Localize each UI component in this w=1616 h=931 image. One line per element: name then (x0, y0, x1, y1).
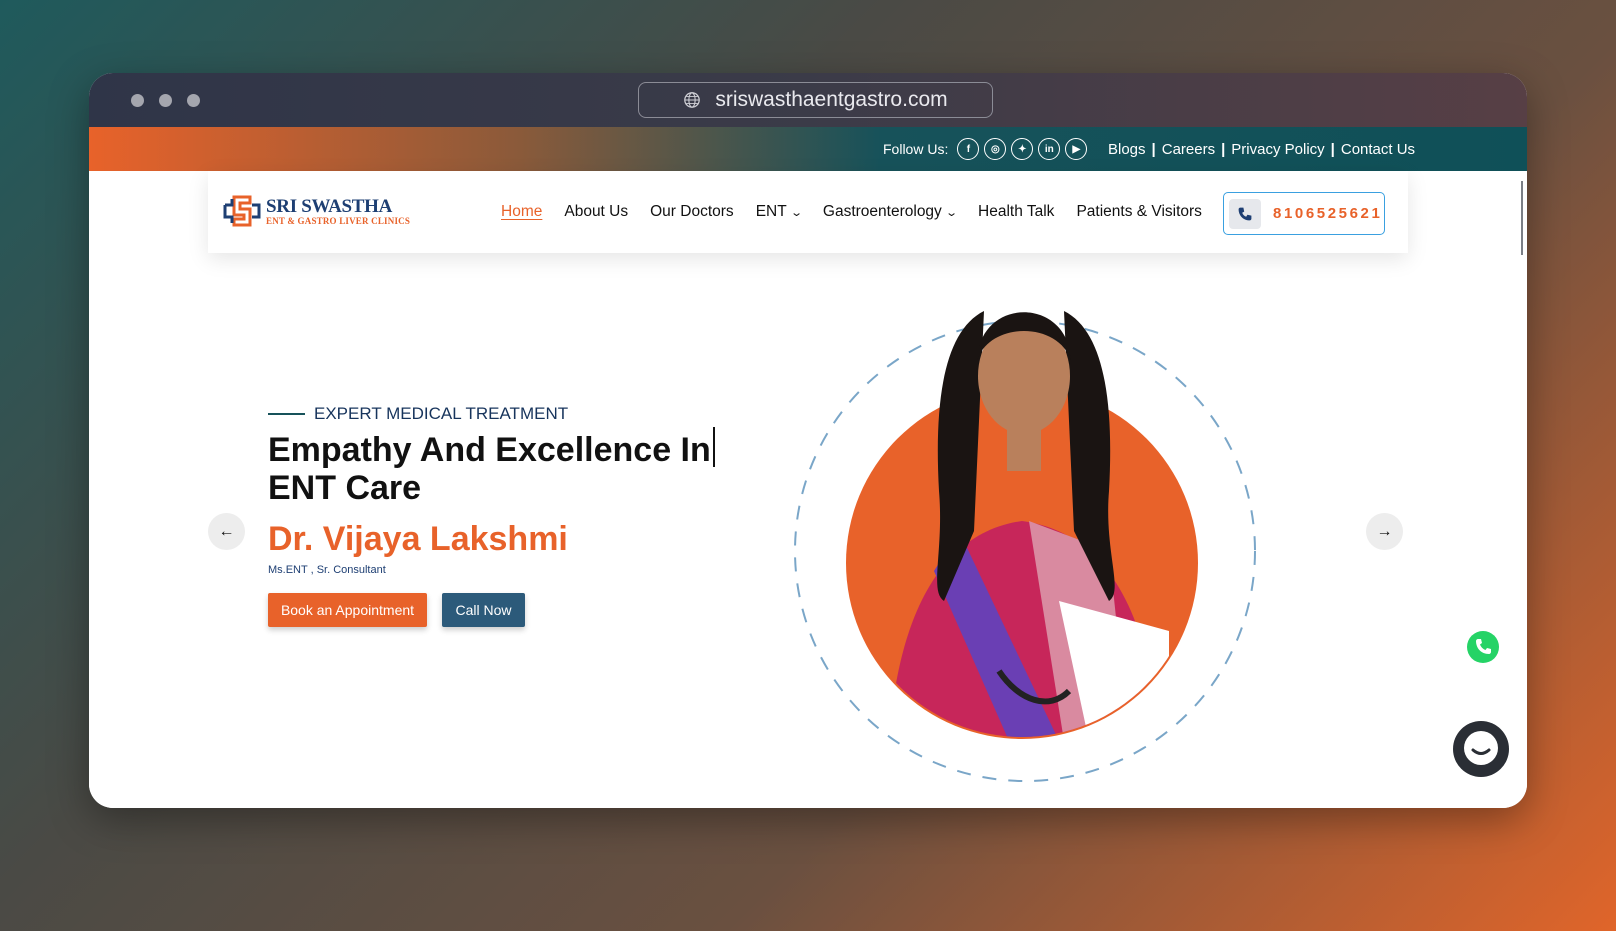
chevron-down-icon: ⌄ (789, 207, 803, 219)
whatsapp-icon[interactable] (1465, 629, 1501, 665)
address-bar[interactable]: sriswasthaentgastro.com (638, 82, 993, 118)
top-links: Blogs | Careers | Privacy Policy | Conta… (1108, 127, 1415, 171)
nav-patients-visitors[interactable]: Patients & Visitors (1076, 203, 1202, 221)
nav-about-us[interactable]: About Us (564, 203, 628, 221)
divider: | (1151, 140, 1156, 158)
nav-ent-label: ENT (755, 203, 787, 220)
logo-subtitle: ENT & GASTRO LIVER CLINICS (266, 215, 411, 226)
facebook-icon[interactable]: f (957, 138, 980, 160)
logo-mark-icon (223, 195, 261, 227)
linkedin-icon[interactable]: in (1038, 138, 1061, 160)
chat-widget-icon[interactable] (1452, 720, 1510, 778)
arrow-left-icon: ← (218, 522, 235, 540)
call-now-button[interactable]: Call Now (442, 593, 525, 627)
site-logo[interactable]: SRI SWASTHA ENT & GASTRO LIVER CLINICS (222, 191, 410, 231)
headline-line-2: ENT Care (268, 469, 422, 507)
nav-health-talk[interactable]: Health Talk (978, 203, 1054, 221)
eyebrow-line (268, 413, 305, 415)
typing-cursor (712, 427, 715, 467)
link-contact-us[interactable]: Contact Us (1341, 141, 1415, 158)
nav-our-doctors[interactable]: Our Doctors (650, 203, 734, 221)
window-maximize-dot[interactable] (187, 94, 200, 107)
instagram-icon[interactable]: ◎ (984, 138, 1007, 160)
book-appointment-button[interactable]: Book an Appointment (268, 593, 427, 627)
chevron-down-icon: ⌄ (944, 207, 958, 219)
top-bar: Follow Us: f ◎ ✦ in ▶ Blogs | Careers | … (89, 127, 1527, 171)
window-close-dot[interactable] (131, 94, 144, 107)
globe-icon (684, 92, 701, 108)
link-blogs[interactable]: Blogs (1108, 141, 1146, 158)
scrollbar[interactable] (1521, 181, 1523, 255)
browser-chrome: sriswasthaentgastro.com (89, 73, 1527, 127)
nav-gastroenterology[interactable]: Gastroenterology ⌄ (822, 203, 958, 221)
phone-icon (1229, 198, 1261, 229)
divider: | (1221, 140, 1226, 158)
link-privacy-policy[interactable]: Privacy Policy (1231, 141, 1324, 158)
nav-gastro-label: Gastroenterology (822, 203, 942, 220)
doctor-credentials: Ms.ENT , Sr. Consultant (268, 564, 386, 576)
logo-text: SRI SWASTHA ENT & GASTRO LIVER CLINICS (266, 197, 410, 226)
nav-home[interactable]: Home (501, 203, 542, 221)
arrow-right-icon: → (1376, 522, 1393, 540)
follow-us: Follow Us: f ◎ ✦ in ▶ (883, 127, 1088, 171)
doctor-photo (794, 311, 1256, 782)
youtube-icon[interactable]: ▶ (1065, 138, 1088, 160)
phone-button[interactable]: 8106525621 (1223, 192, 1385, 235)
carousel-next-button[interactable]: → (1366, 513, 1403, 550)
hero-headline: Empathy And Excellence In ENT Care (268, 427, 728, 507)
window-minimize-dot[interactable] (159, 94, 172, 107)
neck (1007, 426, 1041, 471)
logo-title: SRI SWASTHA (266, 195, 393, 217)
page-content: SRI SWASTHA ENT & GASTRO LIVER CLINICS H… (89, 171, 1527, 808)
phone-number: 8106525621 (1273, 205, 1383, 222)
link-careers[interactable]: Careers (1162, 141, 1215, 158)
eyebrow-text: EXPERT MEDICAL TREATMENT (314, 404, 569, 423)
divider: | (1330, 140, 1335, 158)
browser-window: sriswasthaentgastro.com Follow Us: f ◎ ✦… (89, 73, 1527, 808)
main-navbar: SRI SWASTHA ENT & GASTRO LIVER CLINICS H… (208, 171, 1408, 253)
url-text: sriswasthaentgastro.com (715, 88, 948, 111)
primary-nav: Home About Us Our Doctors ENT ⌄ Gastroent… (501, 171, 1202, 253)
headline-line-1: Empathy And Excellence In (268, 431, 711, 469)
doctor-name: Dr. Vijaya Lakshmi (268, 520, 568, 558)
hero-eyebrow: EXPERT MEDICAL TREATMENT (268, 404, 568, 424)
follow-label: Follow Us: (883, 141, 949, 157)
twitter-icon[interactable]: ✦ (1011, 138, 1034, 160)
carousel-prev-button[interactable]: ← (208, 513, 245, 550)
nav-ent[interactable]: ENT ⌄ (755, 203, 803, 221)
